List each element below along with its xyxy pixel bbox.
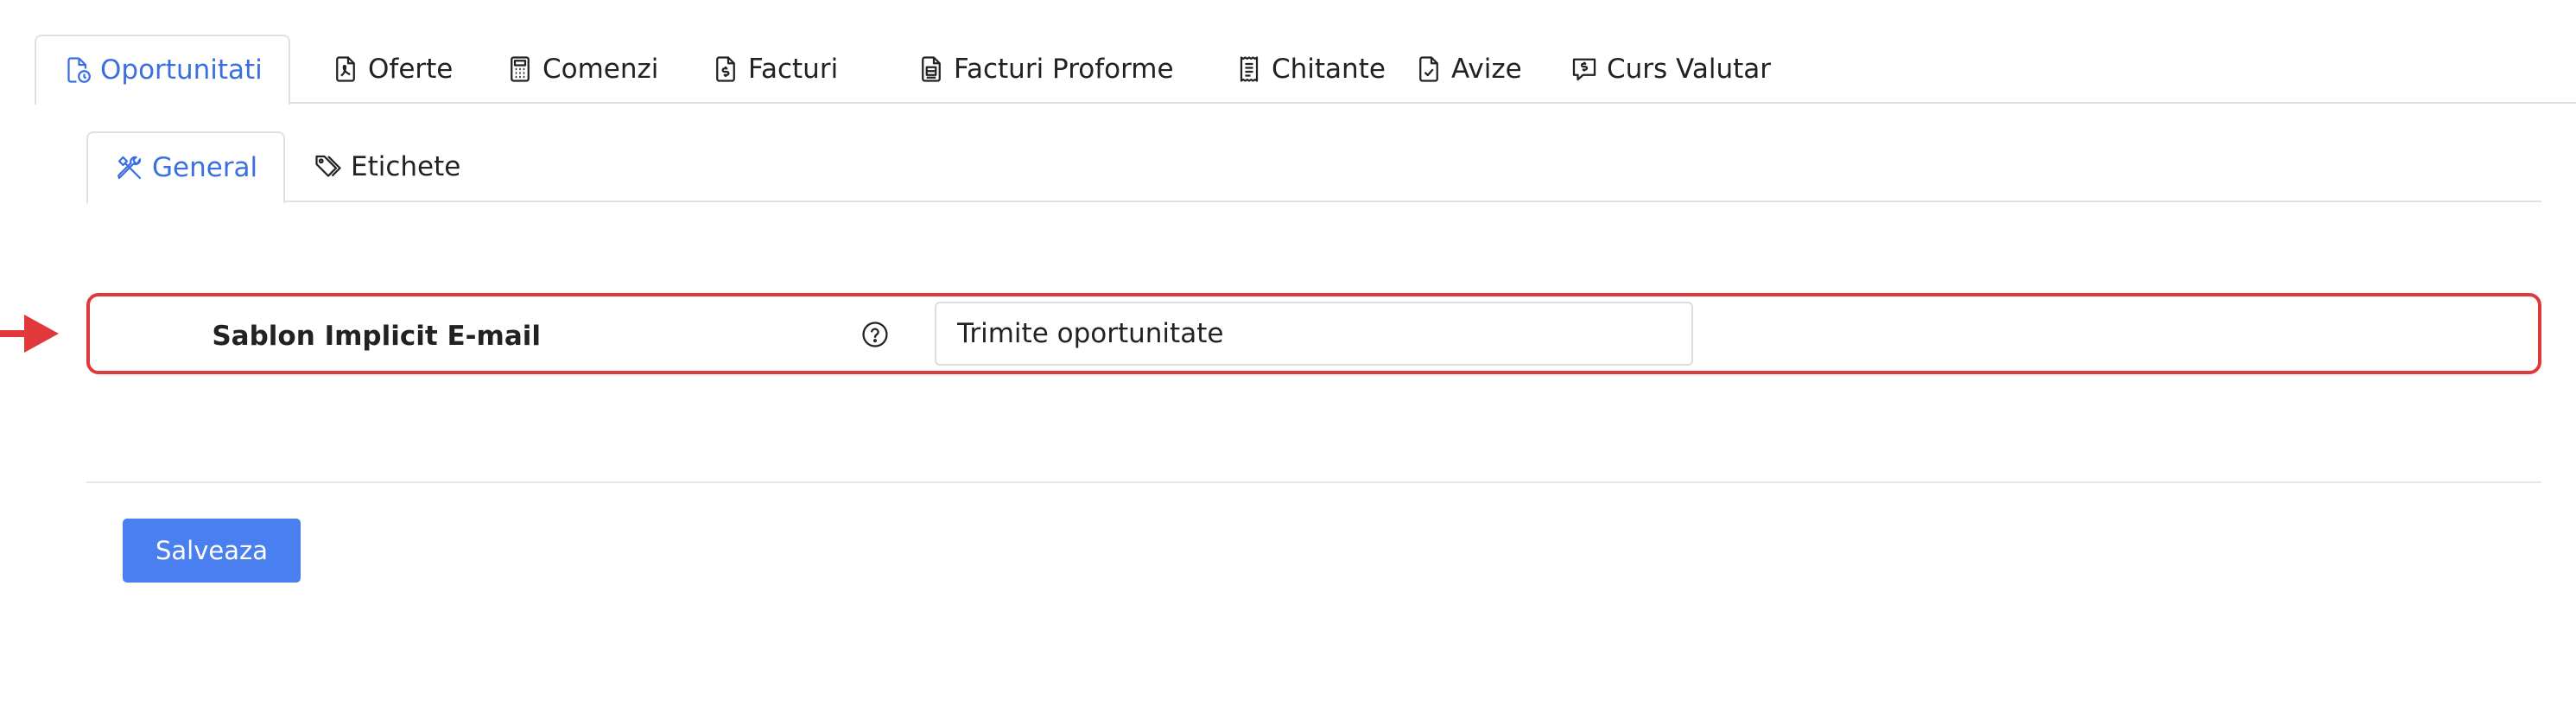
email-template-row: Sablon Implicit E-mail — [86, 293, 2541, 374]
calculator-icon — [511, 56, 530, 82]
tab-chitante[interactable]: Chitante — [1234, 35, 1386, 104]
file-check-icon — [1419, 56, 1438, 82]
tab-label: Facturi — [748, 54, 839, 85]
email-template-label: Sablon Implicit E-mail — [212, 321, 541, 352]
main-tab-bar: Oportunitati Oferte Comenzi Facturi Fact… — [35, 35, 2576, 105]
tab-comenzi[interactable]: Comenzi — [504, 35, 658, 104]
tab-oportunitati[interactable]: Oportunitati — [35, 35, 290, 105]
tab-facturi-proforme[interactable]: Facturi Proforme — [916, 35, 1174, 104]
tab-general[interactable]: General — [86, 131, 286, 204]
tab-avize[interactable]: Avize — [1413, 35, 1522, 104]
chat-dollar-icon — [1572, 58, 1596, 81]
save-button[interactable]: Salveaza — [123, 519, 301, 583]
tab-label: Avize — [1451, 54, 1522, 85]
sub-tab-bar: General Etichete — [86, 131, 2541, 204]
tab-oferte[interactable]: Oferte — [330, 35, 453, 104]
receipt-icon — [1240, 56, 1259, 82]
tab-label: Comenzi — [542, 54, 659, 85]
tab-label: General — [152, 152, 258, 183]
tab-label: Facturi Proforme — [954, 54, 1174, 85]
tab-label: Oportunitati — [100, 54, 263, 86]
tab-etichete[interactable]: Etichete — [313, 131, 460, 202]
tab-label: Oferte — [368, 54, 454, 85]
question-circle-icon[interactable] — [860, 320, 890, 349]
tab-facturi[interactable]: Facturi — [710, 35, 838, 104]
file-badge-icon — [67, 57, 91, 83]
form-divider — [86, 481, 2541, 483]
annotation-arrow-icon — [0, 315, 59, 353]
tab-label: Chitante — [1272, 54, 1386, 85]
tools-icon — [117, 156, 142, 180]
email-template-input[interactable] — [935, 302, 1693, 366]
tags-icon — [315, 155, 341, 177]
file-pdf-icon — [336, 56, 355, 82]
tab-label: Curs Valutar — [1607, 54, 1771, 85]
file-dollar-icon — [716, 56, 735, 82]
tab-label: Etichete — [351, 151, 461, 182]
tab-curs-valutar[interactable]: Curs Valutar — [1569, 35, 1771, 104]
file-text-icon — [922, 56, 941, 82]
